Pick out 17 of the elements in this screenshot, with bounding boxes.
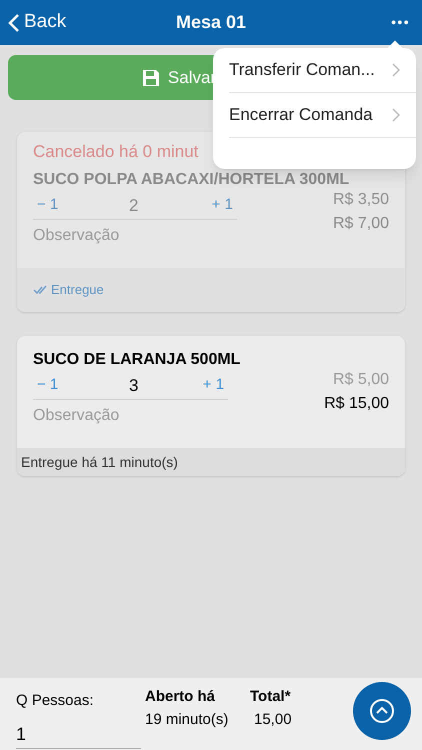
open-duration: 19 minuto(s) — [145, 710, 230, 730]
total-price: R$ 7,00 — [332, 214, 389, 234]
unit-price: R$ 3,50 — [332, 190, 389, 210]
status-text: Cancelado há 0 minut — [33, 141, 200, 163]
quantity-value: 3 — [129, 374, 140, 397]
total-label: Total* — [250, 687, 292, 707]
delivery-status: Entregue — [51, 281, 104, 300]
total-value: 15,00 — [253, 710, 292, 730]
product-name: SUCO DE LARANJA 500ML — [33, 350, 242, 370]
unit-price: R$ 5,00 — [332, 370, 389, 390]
quantity-value: 2 — [129, 194, 140, 217]
delivery-status: Entregue há 11 minuto(s) — [21, 452, 178, 472]
product-name: SUCO POLPA ABACAXI/HORTELA 300ML — [33, 170, 350, 190]
total-price: R$ 15,00 — [324, 394, 389, 414]
people-label: Q Pessoas: — [16, 691, 95, 711]
open-label: Aberto há — [145, 687, 216, 707]
window-title: Mesa 01 — [174, 11, 248, 34]
